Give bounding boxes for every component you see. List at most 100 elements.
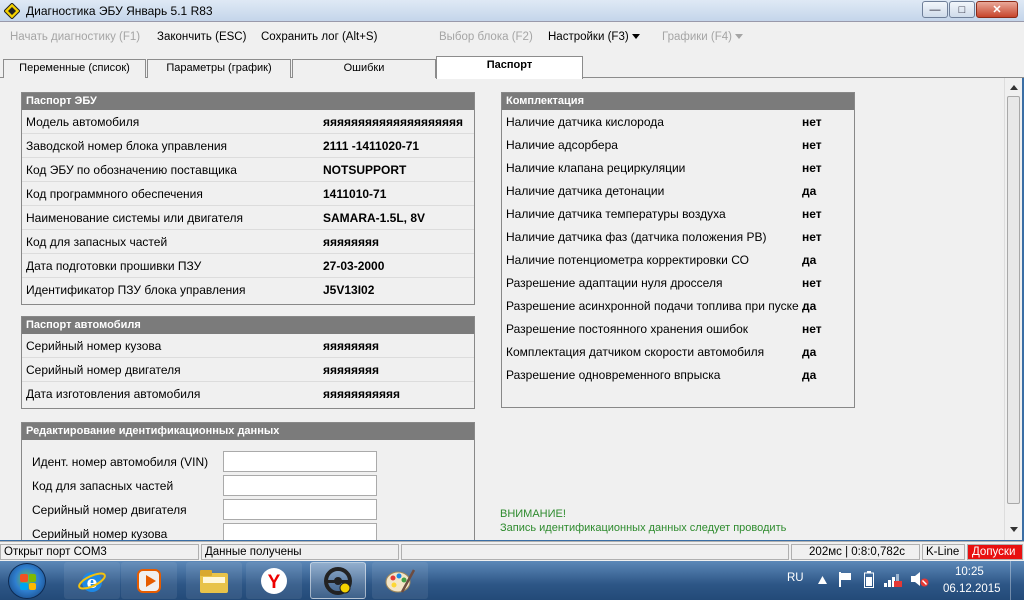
list-item: Разрешение асинхронной подачи топлива пр…	[502, 294, 854, 317]
list-item: Наличие датчика фаз (датчика положения Р…	[502, 225, 854, 248]
list-item: Модель автомобиля яяяяяяяяяяяяяяяяяяяя	[22, 110, 474, 134]
save-log-button[interactable]: Сохранить лог (Alt+S)	[261, 31, 377, 43]
folder-icon	[200, 569, 228, 593]
vin-row: Идент. номер автомобиля (VIN)	[22, 449, 474, 473]
explorer-taskbar-button[interactable]	[186, 562, 242, 599]
network-signal-icon[interactable]	[884, 571, 902, 587]
cfg-label: Наличие датчика детонации	[506, 184, 665, 198]
passport-content: Паспорт ЭБУ Модель автомобиля яяяяяяяяяяя…	[0, 78, 1004, 540]
ie-taskbar-button[interactable]: e	[64, 562, 120, 599]
kv-value: SAMARA-1.5L, 8V	[323, 211, 426, 225]
list-item: Дата подготовки прошивки ПЗУ 27-03-2000	[22, 254, 474, 278]
tolerance-status-badge[interactable]: Допуски	[967, 544, 1023, 560]
flag-icon[interactable]	[838, 572, 852, 587]
minimize-button[interactable]: —	[922, 1, 948, 18]
tab-strip: Переменные (список) Параметры (график) О…	[0, 56, 1024, 79]
kv-value: J5V13I02	[323, 283, 375, 297]
cfg-label: Разрешение одновременного впрыска	[506, 368, 721, 382]
steering-wheel-icon	[324, 566, 352, 595]
status-empty	[401, 544, 789, 560]
app-logo-icon	[4, 2, 20, 19]
kv-label: Наименование системы или двигателя	[26, 211, 243, 225]
kv-label: Модель автомобиля	[26, 115, 140, 129]
car-passport-panel: Паспорт автомобиля Серийный номер кузова…	[21, 316, 475, 409]
port-status: Открыт порт COM3	[0, 544, 199, 560]
cfg-value: нет	[802, 115, 822, 129]
taskbar: e Y RU 10:25 06.12.2015	[0, 561, 1024, 600]
list-item: Комплектация датчиком скорости автомобил…	[502, 340, 854, 363]
edit-ids-header: Редактирование идентификационных данных	[22, 423, 474, 440]
arrow-down-icon	[1009, 527, 1018, 532]
minimize-icon: —	[929, 3, 941, 16]
scroll-up-button[interactable]	[1006, 80, 1021, 95]
list-item: Наличие датчика детонации да	[502, 179, 854, 202]
close-button[interactable]: ✕	[976, 1, 1018, 18]
chevron-down-icon	[735, 34, 743, 40]
body-serial-row: Серийный номер кузова	[22, 521, 474, 540]
spare-parts-code-input[interactable]	[223, 475, 377, 496]
media-player-taskbar-button[interactable]	[121, 562, 177, 599]
cfg-label: Наличие датчика фаз (датчика положения Р…	[506, 230, 767, 244]
list-item: Серийный номер кузова яяяяяяяя	[22, 334, 474, 358]
body-serial-input[interactable]	[223, 523, 377, 540]
clock-date[interactable]: 06.12.2015	[943, 583, 1001, 595]
start-diagnostics-button[interactable]: Начать диагностику (F1)	[10, 31, 140, 43]
data-status: Данные получены	[201, 544, 399, 560]
graphs-menu-label: Графики (F4)	[662, 31, 732, 43]
vin-input[interactable]	[223, 451, 377, 472]
list-item: Наличие потенциометра корректировки СО да	[502, 248, 854, 271]
kv-value: 1411010-71	[323, 187, 387, 201]
clock-time[interactable]: 10:25	[955, 566, 984, 578]
settings-menu[interactable]: Настройки (F3)	[548, 31, 640, 43]
volume-muted-icon[interactable]	[911, 571, 929, 587]
kv-label: Идентификатор ПЗУ блока управления	[26, 283, 246, 297]
tab-passport[interactable]: Паспорт	[436, 56, 583, 79]
kv-label: Код для запасных частей	[26, 235, 168, 249]
edit-ids-panel: Редактирование идентификационных данных …	[21, 422, 475, 540]
kv-value: 27-03-2000	[323, 259, 385, 273]
kv-label: Код программного обеспечения	[26, 187, 203, 201]
tab-variables-list[interactable]: Переменные (список)	[3, 59, 146, 78]
list-item: Разрешение адаптации нуля дросселя нет	[502, 271, 854, 294]
vertical-scrollbar[interactable]	[1004, 78, 1022, 540]
paint-taskbar-button[interactable]	[372, 562, 428, 599]
diagnostics-app-taskbar-button[interactable]	[310, 562, 366, 599]
spare-parts-code-label: Код для запасных частей	[32, 479, 174, 493]
select-block-button[interactable]: Выбор блока (F2)	[439, 31, 533, 43]
car-passport-header: Паспорт автомобиля	[22, 317, 474, 334]
cfg-value: да	[802, 184, 817, 198]
list-item: Идентификатор ПЗУ блока управления J5V13I…	[22, 278, 474, 302]
yandex-taskbar-button[interactable]: Y	[246, 562, 302, 599]
engine-serial-input[interactable]	[223, 499, 377, 520]
cfg-value: да	[802, 368, 817, 382]
list-item: Наличие датчика кислорода нет	[502, 110, 854, 133]
kv-value: яяяяяяяяяяя	[323, 387, 401, 401]
settings-menu-label: Настройки (F3)	[548, 31, 629, 43]
finish-button[interactable]: Закончить (ESC)	[157, 31, 246, 43]
tab-parameters-graph[interactable]: Параметры (график)	[147, 59, 291, 78]
cfg-value: нет	[802, 322, 822, 336]
cfg-label: Наличие датчика кислорода	[506, 115, 664, 129]
menu-bar: Начать диагностику (F1) Закончить (ESC) …	[0, 22, 1024, 56]
battery-icon[interactable]	[864, 571, 874, 588]
cfg-label: Разрешение постоянного хранения ошибок	[506, 322, 748, 336]
show-desktop-button[interactable]	[1010, 561, 1024, 600]
graphs-menu[interactable]: Графики (F4)	[662, 31, 743, 43]
engine-serial-label: Серийный номер двигателя	[32, 503, 187, 517]
list-item: Наименование системы или двигателя SAMARA…	[22, 206, 474, 230]
timing-status: 202мс | 0:8:0,782с	[791, 544, 920, 560]
kv-label: Дата подготовки прошивки ПЗУ	[26, 259, 202, 273]
vin-label: Идент. номер автомобиля (VIN)	[32, 455, 209, 469]
maximize-button[interactable]: □	[949, 1, 975, 18]
kv-value: яяяяяяяя	[323, 235, 380, 249]
cfg-value: да	[802, 253, 817, 267]
scrollbar-thumb[interactable]	[1007, 96, 1020, 504]
tray-expand-icon[interactable]	[818, 576, 827, 584]
tab-errors[interactable]: Ошибки	[292, 59, 436, 78]
language-indicator[interactable]: RU	[787, 572, 804, 584]
title-bar: Диагностика ЭБУ Январь 5.1 R83 — □ ✕	[0, 0, 1024, 22]
close-icon: ✕	[992, 4, 1002, 16]
configuration-panel: Комплектация Наличие датчика кислорода не…	[501, 92, 855, 408]
scroll-down-button[interactable]	[1006, 522, 1021, 537]
start-button[interactable]	[8, 563, 46, 599]
